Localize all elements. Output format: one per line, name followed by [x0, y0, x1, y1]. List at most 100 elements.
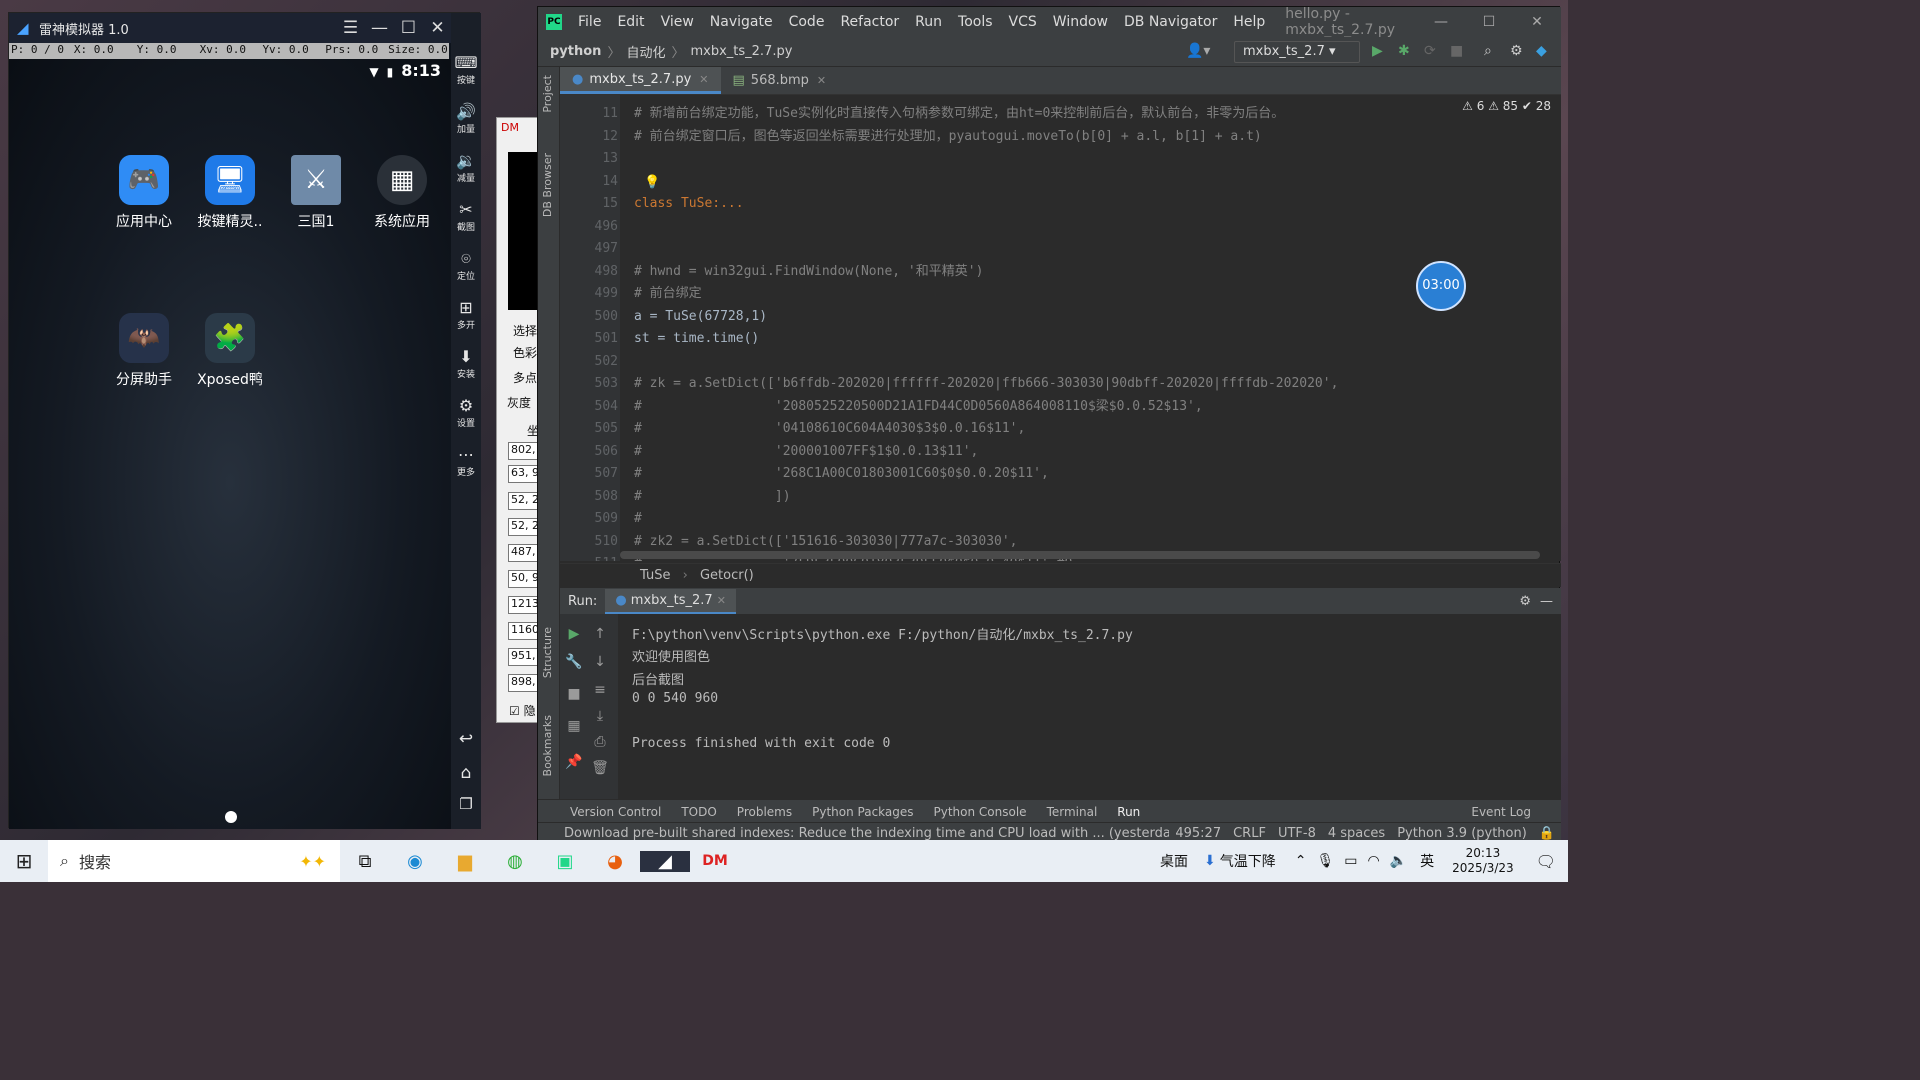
- windows-start-button[interactable]: ⊞: [0, 849, 48, 873]
- menu-run[interactable]: Run: [907, 14, 950, 30]
- code-line[interactable]: 508 # ]): [560, 486, 1561, 508]
- code-line[interactable]: 501 st = time.time(): [560, 328, 1561, 350]
- run-console[interactable]: ▶ 🔧 ■ ▦ 📌 ↑ ↓ ≡ ⤓ ⎙ 🗑 F:\python\venv\Scr…: [560, 614, 1561, 800]
- code-line[interactable]: 497: [560, 238, 1561, 260]
- emulator-titlebar[interactable]: ◢ 雷神模拟器 1.0 ☰ — ☐ ✕ 《: [9, 13, 481, 43]
- scroll-down-icon[interactable]: ↓: [590, 654, 610, 670]
- app-icon-system-apps[interactable]: ▦ 系统应用: [357, 155, 447, 231]
- db-browser-tool-tab[interactable]: DB Browser: [541, 153, 554, 217]
- lock-icon[interactable]: 🔒: [1533, 826, 1561, 841]
- code-editor[interactable]: 11 # 新增前台绑定功能，TuSe实例化时直接传入句柄参数可绑定，由ht=0来控…: [560, 95, 1561, 561]
- menu-edit[interactable]: Edit: [609, 14, 652, 30]
- stop-icon[interactable]: ■: [1450, 43, 1463, 59]
- tool-terminal[interactable]: Terminal: [1037, 805, 1108, 819]
- code-line[interactable]: 509 #: [560, 508, 1561, 530]
- status-message[interactable]: Download pre-built shared indexes: Reduc…: [538, 826, 1169, 841]
- task-view-icon[interactable]: ⧉: [340, 851, 390, 872]
- emulator-maximize-button[interactable]: ☐: [394, 18, 423, 38]
- side-screenshot-button[interactable]: ✂ 截图: [451, 200, 481, 233]
- structure-class[interactable]: TuSe: [640, 568, 670, 583]
- code-line[interactable]: 510 # zk2 = a.SetDict(['151616-303030|777…: [560, 531, 1561, 553]
- run-icon[interactable]: ▶: [1372, 43, 1383, 59]
- status-line-separator[interactable]: CRLF: [1227, 826, 1272, 841]
- side-volume-down-button[interactable]: 🔉 减量: [451, 151, 481, 184]
- dm-coord-field[interactable]: 63, 9: [508, 465, 538, 483]
- side-settings-button[interactable]: ⚙ 设置: [451, 396, 481, 429]
- scroll-up-icon[interactable]: ↑: [590, 626, 610, 642]
- code-line[interactable]: 12 # 前台绑定窗口后，图色等返回坐标需要进行处理加，pyautogui.mov…: [560, 126, 1561, 148]
- close-tab-icon[interactable]: ✕: [817, 74, 826, 87]
- app-icon-key-wizard[interactable]: 🖥 按键精灵..: [185, 155, 275, 231]
- wifi-icon[interactable]: ◠: [1363, 853, 1385, 869]
- tool-python-packages[interactable]: Python Packages: [802, 805, 923, 819]
- side-more-button[interactable]: ⋯ 更多: [451, 445, 481, 478]
- plugin-icon[interactable]: ◆: [1536, 43, 1547, 59]
- status-caret-position[interactable]: 495:27: [1169, 826, 1227, 841]
- hide-panel-icon[interactable]: —: [1540, 594, 1553, 609]
- battery-icon[interactable]: ▭: [1339, 853, 1362, 869]
- desktop-toolbar[interactable]: 桌面: [1148, 851, 1200, 871]
- bookmarks-tool-tab[interactable]: Bookmarks: [541, 715, 554, 776]
- run-tab[interactable]: ● mxbx_ts_2.7 ✕: [605, 588, 737, 614]
- status-indent[interactable]: 4 spaces: [1322, 826, 1391, 841]
- dm-hide-checkbox[interactable]: ☑ 隐: [509, 702, 536, 719]
- stop-icon[interactable]: ■: [564, 686, 584, 702]
- trash-icon[interactable]: 🗑: [590, 760, 610, 776]
- code-line[interactable]: 503 # zk = a.SetDict(['b6ffdb-202020|ffff…: [560, 373, 1561, 395]
- dm-coord-field[interactable]: 802,: [508, 442, 538, 460]
- status-interpreter[interactable]: Python 3.9 (python): [1391, 826, 1533, 841]
- dm-select-label[interactable]: 选择: [513, 322, 537, 339]
- code-line[interactable]: 504 # '2080525220500D21A1FD44C0D0560A8640…: [560, 396, 1561, 418]
- breadcrumb-folder[interactable]: 自动化: [626, 42, 665, 61]
- dm-taskbar-icon[interactable]: DM: [690, 853, 740, 869]
- debug-icon[interactable]: ✱: [1398, 43, 1410, 59]
- status-encoding[interactable]: UTF-8: [1272, 826, 1322, 841]
- lightbulb-icon[interactable]: 💡: [644, 175, 660, 190]
- tool-todo[interactable]: TODO: [671, 805, 726, 819]
- coverage-icon[interactable]: ⟳: [1424, 43, 1436, 59]
- tab-568-bmp[interactable]: ▤ 568.bmp ✕: [721, 67, 839, 94]
- app-icon-split-screen[interactable]: 🦇 分屏助手: [99, 313, 189, 389]
- tool-problems[interactable]: Problems: [727, 805, 802, 819]
- floating-timer[interactable]: 03:00: [1416, 261, 1466, 311]
- code-line[interactable]: 500 a = TuSe(67728,1): [560, 306, 1561, 328]
- app-icon-sanguo[interactable]: ⚔ 三国1: [271, 155, 361, 231]
- ide-minimize-button[interactable]: —: [1417, 14, 1465, 30]
- dm-gray-label[interactable]: 灰度: [507, 394, 531, 411]
- dm-coord-field[interactable]: 898,: [508, 674, 538, 692]
- menu-tools[interactable]: Tools: [950, 14, 1001, 30]
- ide-maximize-button[interactable]: ☐: [1465, 14, 1513, 30]
- notification-icon[interactable]: 🗨: [1524, 852, 1568, 871]
- menu-view[interactable]: View: [653, 14, 702, 30]
- dm-coord-field[interactable]: 951,: [508, 648, 538, 666]
- code-line[interactable]: 15 class TuSe:...: [560, 193, 1561, 215]
- speaker-icon[interactable]: 🔈: [1385, 853, 1412, 869]
- dm-coord-field[interactable]: 52, 2: [508, 492, 538, 510]
- side-install-button[interactable]: ⬇ 安装: [451, 347, 481, 380]
- dm-coord-field[interactable]: 50, 9: [508, 570, 538, 588]
- dm-coord-field[interactable]: 52, 2: [508, 518, 538, 536]
- dm-coord-field[interactable]: 1213: [508, 596, 538, 614]
- gear-icon[interactable]: ⚙: [1519, 594, 1531, 609]
- tool-run[interactable]: Run: [1107, 805, 1150, 819]
- weather-text[interactable]: 气温下降: [1220, 851, 1290, 871]
- code-line[interactable]: 507 # '268C1A00C01803001C60$0$0.0.20$11',: [560, 463, 1561, 485]
- ide-close-button[interactable]: ✕: [1513, 14, 1561, 30]
- code-line[interactable]: 505 # '04108610C604A4030$3$0.0.16$11',: [560, 418, 1561, 440]
- soft-wrap-icon[interactable]: ≡: [590, 682, 610, 698]
- emulator-close-button[interactable]: ✕: [423, 18, 452, 38]
- android-screen[interactable]: ▼ ▮ 8:13 🎮 应用中心 🖥 按键精灵.. ⚔ 三国1 ▦ 系统应用 🦇 分屏助手 🧩 X…: [9, 59, 451, 829]
- layout-icon[interactable]: ▦: [564, 718, 584, 734]
- menu-help[interactable]: Help: [1225, 14, 1273, 30]
- pycharm-taskbar-icon[interactable]: ▣: [540, 851, 590, 872]
- menu-navigate[interactable]: Navigate: [702, 14, 781, 30]
- tool-python-console[interactable]: Python Console: [924, 805, 1037, 819]
- close-tab-icon[interactable]: ✕: [699, 73, 708, 86]
- project-tool-tab[interactable]: Project: [541, 75, 554, 113]
- wrench-icon[interactable]: 🔧: [564, 654, 584, 670]
- tool-event-log[interactable]: Event Log: [1461, 805, 1561, 819]
- file-explorer-icon[interactable]: ▆: [440, 851, 490, 872]
- side-multi-instance-button[interactable]: ⊞ 多开: [451, 298, 481, 331]
- code-line[interactable]: 14: [560, 171, 1561, 193]
- taskbar-clock[interactable]: 20:13 2025/3/23: [1442, 846, 1524, 876]
